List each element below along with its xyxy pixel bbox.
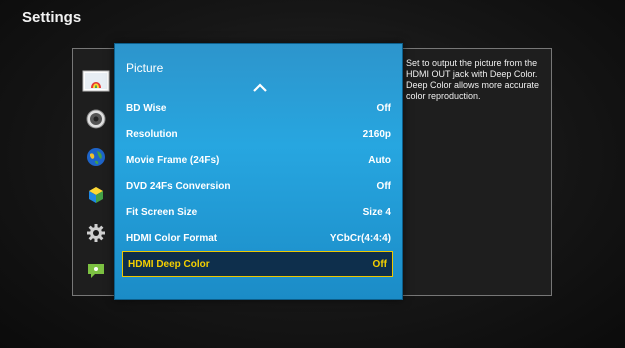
smart-features-icon[interactable] xyxy=(79,180,113,210)
menu-item-hdmi-deep-color[interactable]: HDMI Deep Color Off xyxy=(122,251,393,277)
network-icon[interactable] xyxy=(79,142,113,172)
picture-settings-panel: Picture BD Wise Off Resolution 2160p Mov… xyxy=(114,43,403,300)
menu-item-label: BD Wise xyxy=(126,102,167,114)
menu-item-value: Off xyxy=(372,258,387,270)
scroll-up-chevron-icon[interactable] xyxy=(252,80,268,92)
menu-item-value: Off xyxy=(376,180,391,192)
menu-item-value: Size 4 xyxy=(362,206,391,218)
sound-icon[interactable] xyxy=(79,104,113,134)
menu-item-label: HDMI Deep Color xyxy=(128,258,210,270)
category-icon-bar xyxy=(79,66,113,288)
menu-item-resolution[interactable]: Resolution 2160p xyxy=(126,124,391,144)
menu-item-value: Off xyxy=(376,102,391,114)
menu-item-label: HDMI Color Format xyxy=(126,232,218,244)
menu-item-label: DVD 24Fs Conversion xyxy=(126,180,231,192)
picture-icon[interactable] xyxy=(79,66,113,96)
menu-item-hdmi-color-format[interactable]: HDMI Color Format YCbCr(4:4:4) xyxy=(126,228,391,248)
menu-item-fit-screen-size[interactable]: Fit Screen Size Size 4 xyxy=(126,202,391,222)
menu-item-label: Movie Frame (24Fs) xyxy=(126,154,220,166)
menu-item-value: YCbCr(4:4:4) xyxy=(329,232,391,244)
menu-item-dvd-24fs-conversion[interactable]: DVD 24Fs Conversion Off xyxy=(126,176,391,196)
panel-title: Picture xyxy=(126,61,164,75)
menu-item-value: 2160p xyxy=(362,128,391,140)
help-description: Set to output the picture from the HDMI … xyxy=(406,58,540,101)
settings-gear-icon[interactable] xyxy=(79,218,113,248)
support-icon[interactable] xyxy=(79,256,113,286)
menu-item-value: Auto xyxy=(368,154,391,166)
screen-title: Settings xyxy=(22,9,82,26)
menu-item-label: Resolution xyxy=(126,128,178,140)
menu-item-movie-frame[interactable]: Movie Frame (24Fs) Auto xyxy=(126,150,391,170)
menu-item-bd-wise[interactable]: BD Wise Off xyxy=(126,98,391,118)
menu-item-label: Fit Screen Size xyxy=(126,206,198,218)
